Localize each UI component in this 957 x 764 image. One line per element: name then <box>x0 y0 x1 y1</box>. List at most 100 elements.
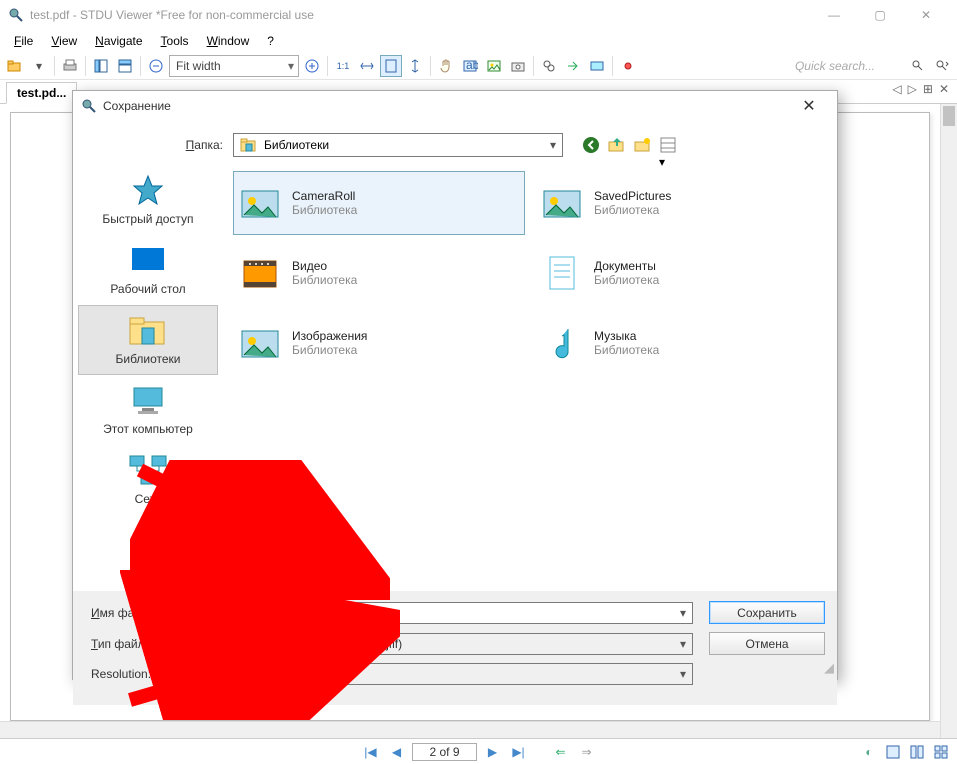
sidebar-item-desktop[interactable]: Рабочий стол <box>78 235 218 305</box>
file-tab[interactable]: test.pd... <box>6 82 77 104</box>
highlight-icon[interactable] <box>586 55 608 77</box>
filename-label: Имя файла: <box>85 606 215 620</box>
fit-height-icon[interactable] <box>404 55 426 77</box>
resolution-label: Resolution: <box>85 667 215 681</box>
zoom-in-icon[interactable] <box>301 55 323 77</box>
file-item[interactable]: CameraRollБиблиотека <box>233 171 525 235</box>
horizontal-scrollbar[interactable] <box>0 721 940 738</box>
maximize-button[interactable]: ▢ <box>857 0 903 30</box>
search-prev-icon[interactable] <box>907 55 929 77</box>
save-button[interactable]: Сохранить <box>709 601 825 624</box>
tab-close-icon[interactable]: ✕ <box>939 82 949 96</box>
toolbar: ▾ Fit width 1:1 ab Quick search... <box>0 52 957 80</box>
sidebar-item-libraries[interactable]: Библиотеки <box>78 305 218 375</box>
file-sub: Библиотека <box>594 203 671 217</box>
file-item[interactable]: МузыкаБиблиотека <box>535 311 827 375</box>
sidebar-label: Сеть <box>79 492 217 506</box>
video-library-icon <box>238 251 282 295</box>
back-icon[interactable]: ⇐ <box>551 742 571 762</box>
file-item[interactable]: ИзображенияБиблиотека <box>233 311 525 375</box>
network-icon <box>126 452 170 488</box>
layout1-icon[interactable] <box>883 742 903 762</box>
vertical-scrollbar[interactable] <box>940 104 957 738</box>
dialog-titlebar: Сохранение ✕ <box>73 91 837 121</box>
file-item[interactable]: SavedPicturesБиблиотека <box>535 171 827 235</box>
file-item[interactable]: ДокументыБиблиотека <box>535 241 827 305</box>
find-icon[interactable] <box>538 55 560 77</box>
view-menu-icon[interactable]: ▾ <box>659 135 679 155</box>
filetype-label: Тип файла: <box>85 637 215 651</box>
file-name: Документы <box>594 259 659 273</box>
sidebar-label: Рабочий стол <box>79 282 217 296</box>
dialog-toolbar: Папка: Библиотеки ▾ <box>73 129 837 161</box>
file-name: Музыка <box>594 329 659 343</box>
tab-prev-icon[interactable]: ◁ <box>892 82 901 96</box>
resize-grip-icon[interactable]: ◢ <box>824 660 834 676</box>
menu-navigate[interactable]: Navigate <box>87 32 150 50</box>
forward-icon[interactable]: ⇒ <box>577 742 597 762</box>
select-image-icon[interactable] <box>483 55 505 77</box>
desktop-icon <box>126 242 170 278</box>
tab-next-icon[interactable]: ▷ <box>908 82 917 96</box>
layout3-icon[interactable] <box>931 742 951 762</box>
pictures-library-icon <box>238 181 282 225</box>
filetype-select[interactable]: JPEG Files (*.jpg;*.jpeg;*.jpe;*.jfif) <box>215 633 693 655</box>
fit-page-icon[interactable] <box>380 55 402 77</box>
zoom-out-icon[interactable] <box>145 55 167 77</box>
cancel-button[interactable]: Отмена <box>709 632 825 655</box>
folder-label: Папка: <box>73 138 233 152</box>
up-folder-icon[interactable] <box>607 135 627 155</box>
print-icon[interactable] <box>59 55 81 77</box>
select-text-icon[interactable]: ab <box>459 55 481 77</box>
first-page-icon[interactable]: |◀ <box>360 742 380 762</box>
statusbar: |◀ ◀ 2 of 9 ▶ ▶| ⇐ ⇒ ◐ <box>0 738 957 764</box>
menu-file[interactable]: File <box>6 32 41 50</box>
save-dialog: Сохранение ✕ Папка: Библиотеки ▾ Быстрый… <box>72 90 838 680</box>
dialog-close-button[interactable]: ✕ <box>789 92 829 120</box>
zoom-select[interactable]: Fit width <box>169 55 299 77</box>
search-next-icon[interactable] <box>931 55 953 77</box>
snapshot-icon[interactable] <box>507 55 529 77</box>
last-page-icon[interactable]: ▶| <box>509 742 529 762</box>
sidebar-item-network[interactable]: Сеть <box>78 445 218 515</box>
sidebar-label: Этот компьютер <box>79 422 217 436</box>
file-sub: Библиотека <box>292 273 357 287</box>
panel2-icon[interactable] <box>114 55 136 77</box>
pictures-library-icon <box>238 321 282 365</box>
find-next-icon[interactable] <box>562 55 584 77</box>
dialog-bottom: Имя файла: test_002 Сохранить Тип файла:… <box>73 591 837 705</box>
tab-grid-icon[interactable]: ⊞ <box>923 82 933 96</box>
open-dropdown-icon[interactable]: ▾ <box>28 55 50 77</box>
new-folder-icon[interactable] <box>633 135 653 155</box>
nav-back-icon[interactable] <box>581 135 601 155</box>
menu-help[interactable]: ? <box>259 32 282 50</box>
fit-11-icon[interactable]: 1:1 <box>332 55 354 77</box>
layout2-icon[interactable] <box>907 742 927 762</box>
prev-page-icon[interactable]: ◀ <box>386 742 406 762</box>
resolution-select[interactable]: 300 DPI <box>215 663 693 685</box>
fit-width-icon[interactable] <box>356 55 378 77</box>
folder-combo[interactable]: Библиотеки <box>233 133 563 157</box>
open-icon[interactable] <box>4 55 26 77</box>
hand-icon[interactable] <box>435 55 457 77</box>
menu-tools[interactable]: Tools <box>153 32 197 50</box>
sidebar-item-quickaccess[interactable]: Быстрый доступ <box>78 165 218 235</box>
settings-icon[interactable] <box>617 55 639 77</box>
filename-input[interactable]: test_002 <box>215 602 693 624</box>
file-name: SavedPictures <box>594 189 671 203</box>
menu-view[interactable]: View <box>43 32 85 50</box>
close-button[interactable]: ✕ <box>903 0 949 30</box>
menu-window[interactable]: Window <box>199 32 258 50</box>
panel1-icon[interactable] <box>90 55 112 77</box>
brightness-icon[interactable]: ◐ <box>859 742 879 762</box>
file-item[interactable]: ВидеоБиблиотека <box>233 241 525 305</box>
sidebar-item-computer[interactable]: Этот компьютер <box>78 375 218 445</box>
page-indicator[interactable]: 2 of 9 <box>412 743 476 761</box>
file-name: CameraRoll <box>292 189 357 203</box>
file-list[interactable]: CameraRollБиблиотека SavedPicturesБиблио… <box>223 161 837 591</box>
minimize-button[interactable]: — <box>811 0 857 30</box>
quick-search[interactable]: Quick search... <box>789 57 905 75</box>
resolution-value: 300 DPI <box>222 667 265 681</box>
dialog-sidebar: Быстрый доступ Рабочий стол Библиотеки Э… <box>73 161 223 591</box>
next-page-icon[interactable]: ▶ <box>483 742 503 762</box>
